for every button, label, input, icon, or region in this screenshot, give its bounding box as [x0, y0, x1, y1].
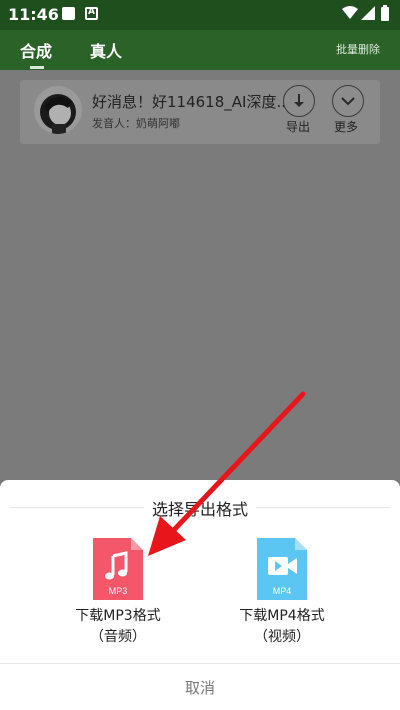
mp3-label: 下载MP3格式 [75, 608, 161, 624]
sheet-title: 选择导出格式 [0, 496, 400, 520]
record-voice: 发音人：奶萌阿嘟 [92, 117, 180, 130]
cancel-button[interactable]: 取消 [0, 677, 400, 698]
export-button[interactable] [283, 85, 315, 117]
chevron-down-icon [341, 97, 355, 106]
battery-icon [381, 5, 389, 21]
mp3-file-icon: MP3 [93, 538, 143, 600]
signal-icon [361, 6, 375, 20]
tab-human[interactable]: 真人 [90, 38, 122, 62]
mp3-badge: MP3 [109, 586, 128, 596]
mp4-badge: MP4 [273, 586, 292, 596]
avatar [34, 86, 82, 134]
record-title: 好消息！好114618_AI深度... [92, 93, 291, 111]
more-label[interactable]: 更多 [334, 118, 358, 135]
batch-delete-button[interactable]: 批量删除 [336, 41, 380, 57]
notification-icon [62, 7, 75, 20]
more-button[interactable] [332, 85, 364, 117]
mp3-sublabel: （音频） [90, 629, 146, 645]
download-mp3-option[interactable]: MP3 下载MP3格式 （音频） [53, 538, 183, 648]
status-bar: 11:46 A [0, 0, 400, 30]
mp4-file-icon: MP4 [257, 538, 307, 600]
record-card[interactable]: 好消息！好114618_AI深度... 发音人：奶萌阿嘟 导出 更多 [20, 80, 380, 144]
download-mp4-option[interactable]: MP4 下载MP4格式 （视频） [217, 538, 347, 648]
cancel-divider [0, 663, 400, 664]
export-format-sheet: 选择导出格式 MP3 下载MP3格式 （音频） MP4 下载MP4格式 （视频）… [0, 480, 400, 710]
tab-indicator [30, 66, 44, 69]
app-notification-icon: A [85, 7, 98, 20]
export-label[interactable]: 导出 [286, 118, 310, 135]
wifi-icon [342, 6, 358, 19]
sheet-title-text: 选择导出格式 [143, 500, 256, 519]
tab-synthesis[interactable]: 合成 [20, 38, 52, 62]
download-icon [294, 94, 304, 107]
status-time: 11:46 [8, 5, 59, 24]
mp4-sublabel: （视频） [254, 629, 310, 645]
mp4-label: 下载MP4格式 [239, 608, 325, 624]
app-bar: 合成 真人 批量删除 [0, 30, 400, 70]
